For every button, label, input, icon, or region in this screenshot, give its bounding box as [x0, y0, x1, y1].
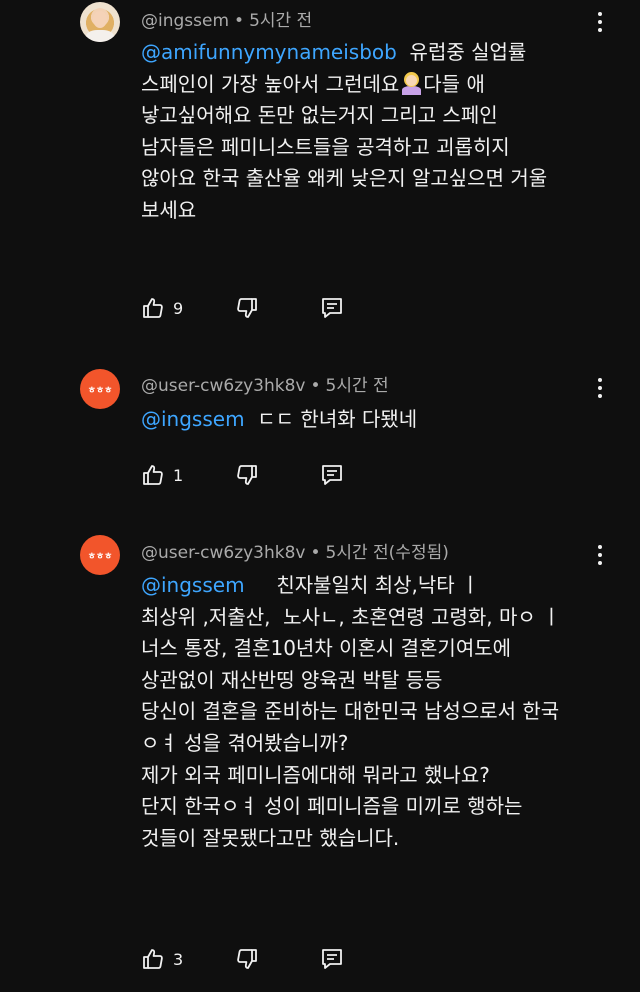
comment-line: 최상위 ,저출산, 노사ㄴ, 초혼연령 고령화, 마ㅇ ㅣ — [141, 604, 561, 629]
reply-icon — [322, 298, 342, 318]
comment-line: ㅇㅕ 성을 겪어봤습니까? — [141, 730, 349, 755]
mention-link[interactable]: @amifunnymynameisbob — [141, 40, 397, 64]
comment-line: 친자불일치 최상,낙타 ㅣ — [244, 573, 480, 597]
mention-link[interactable]: @ingssem — [141, 573, 245, 597]
comment-line: 너스 통장, 결혼10년차 이혼시 결혼기여도에 — [141, 636, 512, 661]
reply-icon — [322, 949, 342, 969]
comment-actions: 3 — [141, 944, 342, 974]
comment-meta: @user-cw6zy3hk8v • 5시간 전 — [141, 371, 389, 396]
comment-meta: @user-cw6zy3hk8v • 5시간 전(수정됨) — [141, 538, 449, 563]
reply-button[interactable] — [320, 296, 344, 320]
comment-line: 유럽중 실업률 — [396, 40, 527, 64]
thumbs-up-icon — [143, 465, 163, 485]
reply-button[interactable] — [320, 463, 344, 487]
comment-meta: @ingssem • 5시간 전 — [141, 6, 312, 31]
comment-line: 것들이 잘못됐다고만 했습니다. — [141, 825, 400, 850]
comment-line: 단지 한국ㅇㅕ 성이 페미니즘을 미끼로 행하는 — [141, 794, 523, 819]
avatar[interactable] — [80, 2, 120, 42]
like-count: 1 — [173, 465, 184, 485]
comment-text: @amifunnymynameisbob 유럽중 실업률 스페인이 가장 높아서… — [141, 37, 611, 226]
mention-link[interactable]: @ingssem — [141, 407, 245, 431]
reply-icon — [322, 465, 342, 485]
comment-text: @ingssem 친자불일치 최상,낙타 ㅣ 최상위 ,저출산, 노사ㄴ, 초혼… — [141, 570, 611, 854]
author-handle[interactable]: @ingssem — [141, 11, 229, 31]
timestamp: 5시간 전(수정됨) — [325, 543, 449, 563]
comment-text: @ingssem ㄷㄷ 한녀화 다됐네 — [141, 404, 611, 436]
comment-line: 낳고싶어해요 돈만 없는거지 그리고 스페인 — [141, 103, 498, 127]
comment-actions: 9 — [141, 293, 342, 323]
comment-line: 남자들은 페미니스트들을 공격하고 괴롭히지 — [141, 134, 510, 159]
thumbs-down-icon — [237, 465, 257, 485]
like-count: 3 — [173, 949, 184, 969]
person-facepalming-emoji-icon — [399, 71, 423, 95]
like-button[interactable]: 3 — [141, 947, 183, 971]
timestamp: 5시간 전 — [325, 376, 389, 396]
meta-separator: • — [310, 376, 321, 396]
comment-line: 다들 애 — [423, 71, 485, 96]
meta-separator: • — [310, 543, 321, 563]
more-vert-icon[interactable] — [592, 10, 608, 34]
meta-separator: • — [234, 11, 245, 31]
author-handle[interactable]: @user-cw6zy3hk8v — [141, 543, 306, 563]
avatar-initials: ㅎㅎㅎ — [87, 551, 113, 562]
more-vert-icon[interactable] — [592, 543, 608, 567]
avatar-initials: ㅎㅎㅎ — [87, 385, 113, 396]
dislike-button[interactable] — [235, 947, 259, 971]
comment-line: ㄷㄷ 한녀화 다됐네 — [244, 407, 418, 431]
like-count: 9 — [173, 298, 184, 318]
author-handle[interactable]: @user-cw6zy3hk8v — [141, 376, 306, 396]
comment-line: 제가 외국 페미니즘에대해 뭐라고 했나요? — [141, 762, 490, 787]
comment-line: 상관없이 재산반띵 양육권 박탈 등등 — [141, 667, 443, 692]
avatar[interactable]: ㅎㅎㅎ — [80, 369, 120, 409]
thumbs-up-icon — [143, 949, 163, 969]
comment-actions: 1 — [141, 460, 342, 490]
comment-line: 스페인이 가장 높아서 그런데요 — [141, 71, 400, 96]
timestamp: 5시간 전 — [249, 11, 313, 31]
dislike-button[interactable] — [235, 463, 259, 487]
comment-line: 당신이 결혼을 준비하는 대한민국 남성으로서 한국 — [141, 699, 560, 724]
more-vert-icon[interactable] — [592, 376, 608, 400]
comment-line: 보세요 — [141, 197, 197, 222]
dislike-button[interactable] — [235, 296, 259, 320]
like-button[interactable]: 9 — [141, 296, 183, 320]
like-button[interactable]: 1 — [141, 463, 183, 487]
avatar[interactable]: ㅎㅎㅎ — [80, 535, 120, 575]
thumbs-up-icon — [143, 298, 163, 318]
reply-button[interactable] — [320, 947, 344, 971]
thumbs-down-icon — [237, 298, 257, 318]
comment-line: 않아요 한국 출산율 왜케 낮은지 알고싶으면 거울 — [141, 166, 548, 190]
thumbs-down-icon — [237, 949, 257, 969]
